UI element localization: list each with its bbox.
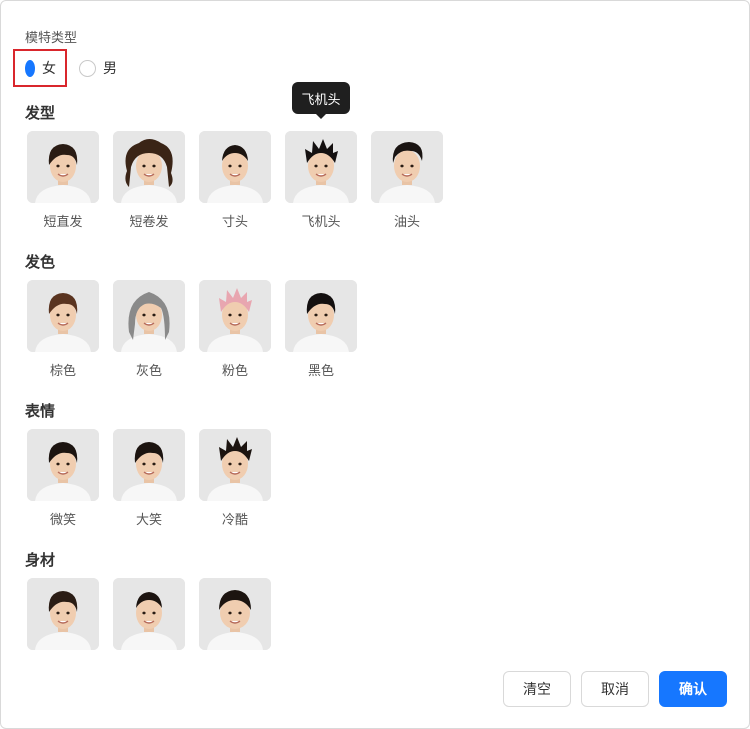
expression-grid: 微笑 大笑 冷酷 xyxy=(27,429,285,528)
option-card[interactable]: 灰色 xyxy=(113,280,185,379)
option-card[interactable]: 寸头 xyxy=(199,131,271,230)
body-type-grid xyxy=(27,578,285,650)
model-thumbnail[interactable] xyxy=(27,429,99,501)
option-card[interactable]: 短直发 xyxy=(27,131,99,230)
option-card[interactable] xyxy=(27,578,99,650)
section-title-body-type: 身材 xyxy=(25,551,56,569)
option-card[interactable] xyxy=(113,578,185,650)
tooltip-arrow xyxy=(315,113,327,119)
option-caption: 灰色 xyxy=(135,364,162,379)
model-thumbnail[interactable] xyxy=(199,578,271,650)
model-thumbnail[interactable] xyxy=(27,578,99,650)
option-caption: 黑色 xyxy=(307,364,334,379)
section-title-hairstyle: 发型 xyxy=(25,104,56,122)
model-thumbnail[interactable] xyxy=(199,429,271,501)
hair-color-grid: 棕色 灰色 粉色 黑色 xyxy=(27,280,371,379)
model-thumbnail[interactable] xyxy=(371,131,443,203)
radio-male-circle[interactable] xyxy=(79,59,96,77)
model-thumbnail[interactable] xyxy=(285,131,357,203)
hairstyle-grid: 短直发 短卷发 寸头 飞机头 油头 xyxy=(27,131,457,230)
model-thumbnail[interactable] xyxy=(199,131,271,203)
option-card[interactable]: 大笑 xyxy=(113,429,185,528)
option-card[interactable] xyxy=(199,578,271,650)
model-thumbnail[interactable] xyxy=(113,578,185,650)
radio-male-label: 男 xyxy=(103,61,117,77)
option-caption: 大笑 xyxy=(135,513,162,528)
radio-male[interactable]: 男 xyxy=(67,49,117,87)
option-caption: 短直发 xyxy=(43,215,83,230)
option-card[interactable]: 黑色 xyxy=(285,280,357,379)
model-type-radio-group: 女 男 xyxy=(13,49,117,87)
confirm-button[interactable]: 确认 xyxy=(659,671,727,707)
option-caption: 微笑 xyxy=(49,513,76,528)
model-thumbnail[interactable] xyxy=(27,131,99,203)
model-thumbnail[interactable] xyxy=(199,280,271,352)
option-card[interactable]: 飞机头 xyxy=(285,131,357,230)
option-caption: 粉色 xyxy=(221,364,248,379)
radio-female-label: 女 xyxy=(42,61,56,77)
model-thumbnail[interactable] xyxy=(113,429,185,501)
option-caption: 冷酷 xyxy=(221,513,248,528)
option-card[interactable]: 微笑 xyxy=(27,429,99,528)
option-caption: 油头 xyxy=(393,215,420,230)
option-card[interactable]: 油头 xyxy=(371,131,443,230)
model-thumbnail[interactable] xyxy=(27,280,99,352)
option-card[interactable]: 冷酷 xyxy=(199,429,271,528)
option-caption: 棕色 xyxy=(49,364,76,379)
option-caption: 短卷发 xyxy=(129,215,169,230)
model-thumbnail[interactable] xyxy=(285,280,357,352)
model-type-label: 模特类型 xyxy=(25,31,78,46)
option-card[interactable]: 粉色 xyxy=(199,280,271,379)
hairstyle-tooltip: 飞机头 xyxy=(292,82,350,114)
model-thumbnail[interactable] xyxy=(113,131,185,203)
section-title-hair-color: 发色 xyxy=(25,253,56,271)
option-caption: 飞机头 xyxy=(301,215,341,230)
radio-female-circle[interactable] xyxy=(25,59,35,77)
clear-button[interactable]: 清空 xyxy=(503,671,571,707)
model-settings-dialog: 模特类型 女 男 发型 短直发 短卷发 寸头 飞机头 油头 发色 棕色 灰色 粉… xyxy=(0,0,750,729)
option-caption: 寸头 xyxy=(221,215,248,230)
option-card[interactable]: 棕色 xyxy=(27,280,99,379)
radio-female[interactable]: 女 xyxy=(13,49,67,87)
model-thumbnail[interactable] xyxy=(113,280,185,352)
option-card[interactable]: 短卷发 xyxy=(113,131,185,230)
section-title-expression: 表情 xyxy=(25,402,56,420)
cancel-button[interactable]: 取消 xyxy=(581,671,649,707)
